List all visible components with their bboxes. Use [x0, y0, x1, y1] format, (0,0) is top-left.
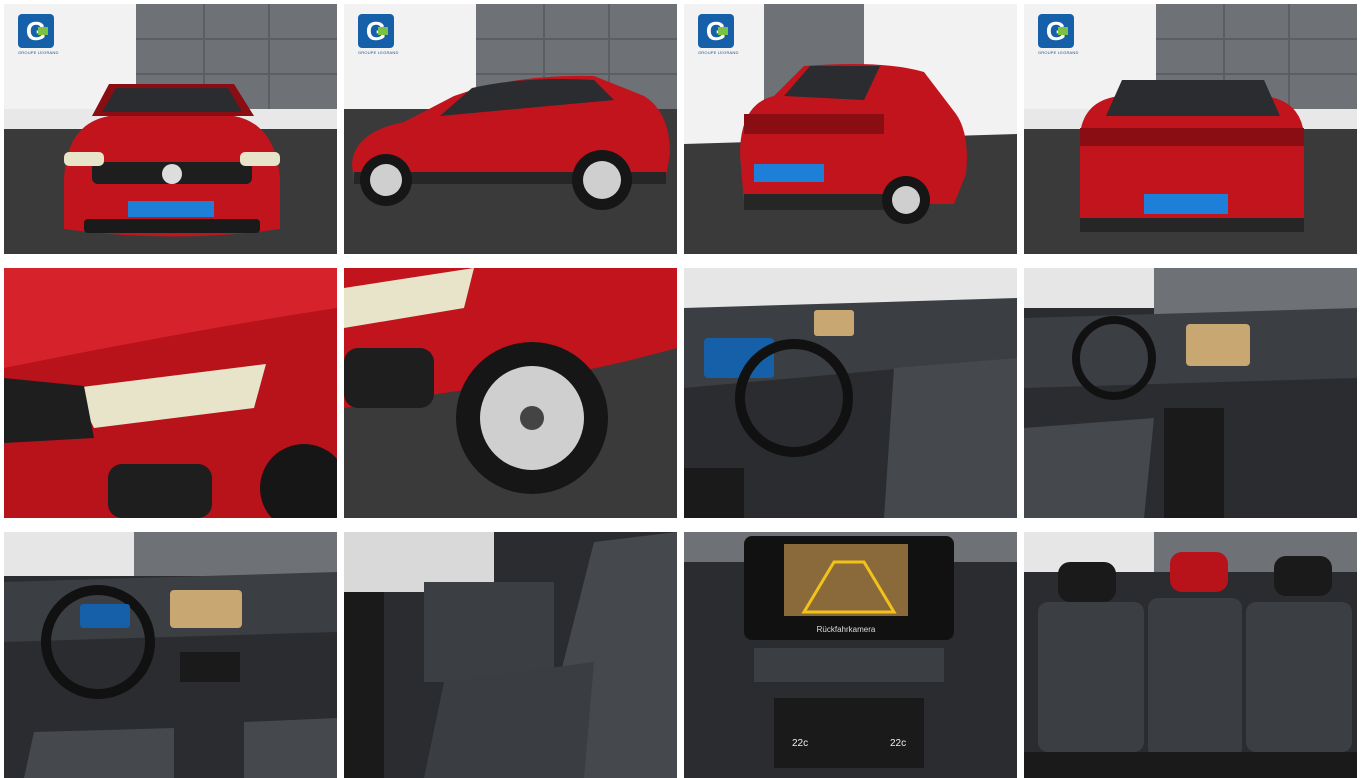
headlight-closeup-image [4, 268, 337, 518]
cockpit-driver-image [684, 268, 1017, 518]
wheel-closeup-image [344, 268, 677, 518]
dealer-logo: G GROUPE LEGRAND [1038, 14, 1079, 55]
gallery-photo-rear-seats-side[interactable] [344, 532, 677, 778]
cockpit-passenger-image [1024, 268, 1357, 518]
photo-gallery: G GROUPE LEGRAND G GROUPE LEGRAND G GROU… [0, 0, 1365, 778]
gallery-photo-cockpit-driver[interactable] [684, 268, 1017, 518]
gallery-photo-rear-bench[interactable] [1024, 532, 1357, 778]
license-plate [754, 164, 824, 182]
gallery-photo-headlight[interactable] [4, 268, 337, 518]
dealer-logo-icon: G [698, 14, 734, 48]
license-plate [1144, 194, 1228, 214]
gallery-photo-rear[interactable]: G GROUPE LEGRAND [1024, 4, 1357, 254]
dealer-logo-icon: G [358, 14, 394, 48]
rear-seats-side-image [344, 532, 677, 778]
rear-bench-image [1024, 532, 1357, 778]
gallery-photo-infotainment-camera[interactable]: Rückfahrkamera 22c 22c [684, 532, 1017, 778]
dealer-logo: G GROUPE LEGRAND [698, 14, 739, 55]
gallery-photo-rear-three-quarter[interactable]: G GROUPE LEGRAND [684, 4, 1017, 254]
climate-left-temp: 22c [792, 738, 808, 749]
dealer-logo: G GROUPE LEGRAND [18, 14, 59, 55]
climate-right-temp: 22c [890, 738, 906, 749]
license-plate [128, 201, 214, 217]
camera-caption: Rückfahrkamera [817, 625, 876, 634]
dealer-logo-icon: G [18, 14, 54, 48]
gallery-photo-wheel[interactable] [344, 268, 677, 518]
dealer-logo: G GROUPE LEGRAND [358, 14, 399, 55]
dashboard-image [4, 532, 337, 778]
gallery-photo-cockpit-passenger[interactable] [1024, 268, 1357, 518]
dealer-logo-icon: G [1038, 14, 1074, 48]
gallery-photo-dashboard[interactable] [4, 532, 337, 778]
infotainment-camera-image: Rückfahrkamera 22c 22c [684, 532, 1017, 778]
gallery-photo-side[interactable]: G GROUPE LEGRAND [344, 4, 677, 254]
gallery-photo-front[interactable]: G GROUPE LEGRAND [4, 4, 337, 254]
